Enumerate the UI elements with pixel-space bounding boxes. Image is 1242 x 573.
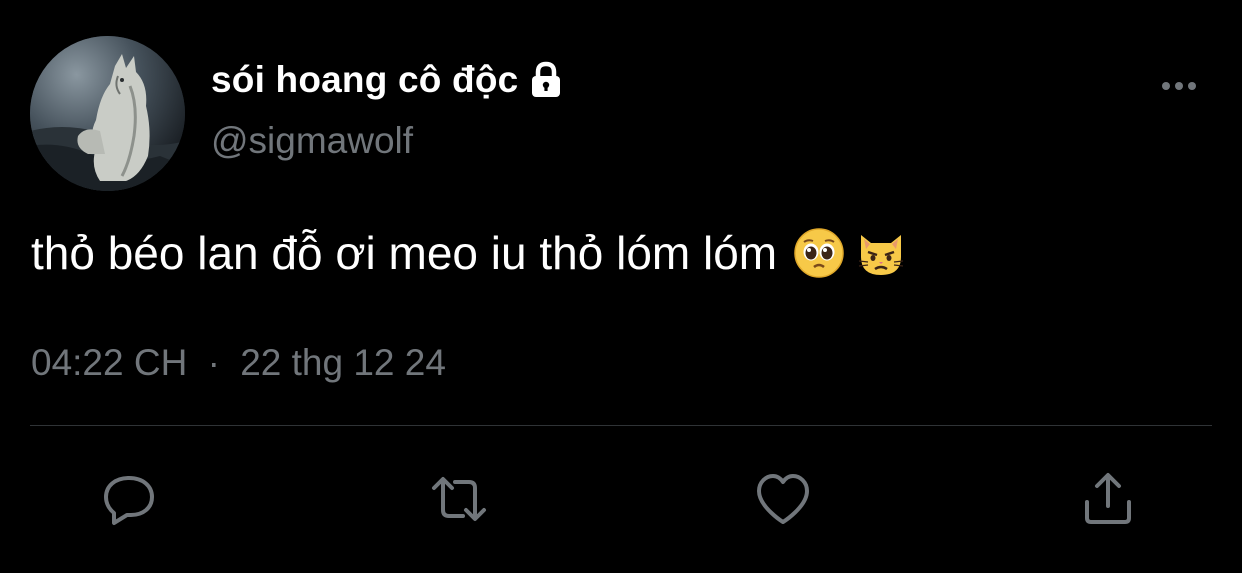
reply-button[interactable] xyxy=(98,468,160,530)
avatar[interactable] xyxy=(30,36,185,191)
handle[interactable]: @sigmawolf xyxy=(211,120,413,162)
tweet-date[interactable]: 22 thg 12 24 xyxy=(240,342,446,383)
tweet-text: thỏ béo lan đỗ ơi meo iu thỏ lóm lóm xyxy=(31,226,907,280)
retweet-button[interactable] xyxy=(428,468,490,530)
reply-icon xyxy=(104,476,154,525)
like-button[interactable] xyxy=(752,468,814,530)
tweet-time[interactable]: 04:22 CH xyxy=(31,342,187,383)
pouting-cat-emoji xyxy=(855,227,907,279)
heart-icon xyxy=(757,474,809,524)
display-name[interactable]: sói hoang cô độc xyxy=(211,59,518,101)
timestamp[interactable]: 04:22 CH · 22 thg 12 24 xyxy=(31,342,446,384)
more-icon xyxy=(1162,82,1196,90)
share-icon xyxy=(1085,473,1131,524)
retweet-icon xyxy=(432,477,486,521)
divider xyxy=(30,425,1212,426)
more-button[interactable] xyxy=(1158,70,1200,102)
pleading-face-emoji xyxy=(793,227,845,279)
share-button[interactable] xyxy=(1077,468,1139,530)
lock-icon xyxy=(526,60,566,100)
tweet-body: thỏ béo lan đỗ ơi meo iu thỏ lóm lóm xyxy=(31,227,778,279)
author-name-row[interactable]: sói hoang cô độc xyxy=(211,52,566,108)
wolf-avatar-image xyxy=(30,36,185,191)
meta-separator: · xyxy=(207,342,220,383)
